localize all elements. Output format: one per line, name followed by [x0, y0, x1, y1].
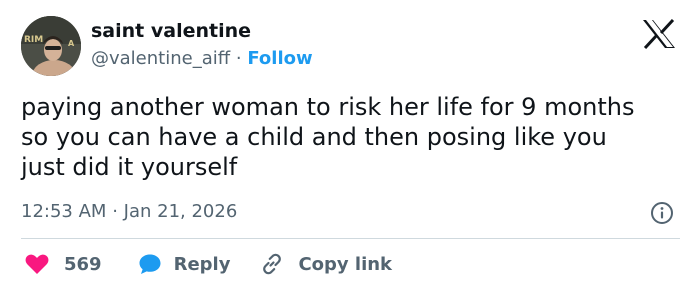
- handle-separator: ·: [235, 48, 242, 69]
- x-logo-icon[interactable]: [642, 19, 676, 49]
- reply-button[interactable]: Reply: [138, 252, 231, 276]
- divider: [21, 238, 680, 239]
- author-handle-line: @valentine_aiff · Follow: [91, 48, 313, 69]
- tweet-date: Jan 21, 2026: [123, 201, 238, 222]
- tweet-text-line: so you can have a child and then posing …: [21, 123, 607, 151]
- svg-text:A: A: [68, 39, 75, 48]
- action-bar: 569 Reply Copy link: [24, 251, 392, 277]
- tweet-text: paying another woman to risk her life fo…: [21, 92, 691, 182]
- like-button[interactable]: 569: [24, 252, 102, 276]
- tweet-text-line: paying another woman to risk her life fo…: [21, 93, 635, 121]
- reply-label: Reply: [173, 253, 231, 275]
- follow-button[interactable]: Follow: [247, 48, 312, 69]
- copy-link-label: Copy link: [298, 253, 393, 275]
- speech-bubble-icon: [139, 254, 161, 274]
- author-name[interactable]: saint valentine: [91, 20, 251, 42]
- heart-icon: [25, 254, 49, 274]
- tweet-time: 12:53 AM: [21, 201, 107, 222]
- avatar[interactable]: RIM A: [21, 16, 81, 76]
- tweet-timestamp[interactable]: 12:53 AM · Jan 21, 2026: [21, 201, 237, 222]
- author-handle[interactable]: @valentine_aiff: [91, 48, 230, 69]
- copy-link-button[interactable]: Copy link: [260, 252, 392, 276]
- link-icon: [263, 253, 282, 275]
- info-icon[interactable]: [650, 201, 674, 225]
- like-count: 569: [64, 253, 102, 275]
- avatar-sign-text: RIM: [24, 35, 43, 45]
- avatar-photo: RIM A: [21, 16, 81, 76]
- timestamp-separator: ·: [112, 201, 118, 222]
- tweet-text-line: just did it yourself: [21, 153, 238, 181]
